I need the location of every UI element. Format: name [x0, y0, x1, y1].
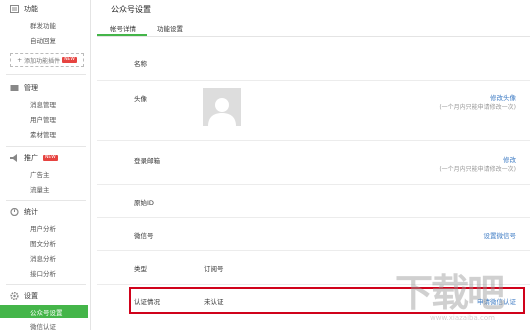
- sidebar-item-messages[interactable]: 消息管理: [30, 99, 56, 109]
- change-avatar-link[interactable]: 修改头像: [490, 92, 516, 102]
- function-icon: [10, 5, 19, 13]
- row-divider: [97, 80, 530, 81]
- email-limit-note: (一个月内只能申请修改一次): [439, 166, 516, 173]
- new-badge: NEW: [43, 155, 58, 161]
- manage-icon: [10, 84, 19, 92]
- row-divider: [97, 217, 530, 218]
- sidebar-item-users[interactable]: 用户管理: [30, 114, 56, 124]
- sidebar-section-manage: 管理: [10, 83, 38, 93]
- sidebar-item-advertiser[interactable]: 广告主: [30, 169, 50, 179]
- sidebar-item-api-analysis[interactable]: 接口分析: [30, 268, 56, 278]
- page-title: 公众号设置: [111, 5, 151, 14]
- divider: [6, 284, 86, 285]
- sidebar-section-function: 功能: [10, 4, 38, 14]
- avatar: [203, 88, 241, 126]
- name-label: 名称: [134, 60, 147, 68]
- megaphone-icon: [10, 154, 19, 162]
- sidebar-section-promo: 推广 NEW: [10, 153, 58, 163]
- sidebar-item-mass-send[interactable]: 群发功能: [30, 20, 56, 30]
- stats-icon: [10, 207, 19, 217]
- row-divider: [97, 140, 530, 141]
- sidebar-item-user-analysis[interactable]: 用户分析: [30, 223, 56, 233]
- sidebar-item-message-analysis[interactable]: 消息分析: [30, 253, 56, 263]
- sidebar-section-title: 功能: [24, 5, 38, 13]
- add-plugin-label: 添加功能插件: [24, 57, 61, 65]
- set-wechat-id-link[interactable]: 设置微信号: [484, 230, 517, 240]
- sidebar-item-account-settings[interactable]: 公众号设置: [0, 305, 88, 318]
- sidebar-item-article-analysis[interactable]: 图文分析: [30, 238, 56, 248]
- avatar-label: 头像: [134, 95, 147, 103]
- active-tab-indicator: [97, 34, 147, 36]
- sidebar-section-title: 设置: [24, 292, 38, 300]
- tab-account-details[interactable]: 帐号详情: [110, 23, 136, 33]
- new-badge: NEW: [62, 57, 77, 63]
- sidebar-item-publisher[interactable]: 流量主: [30, 184, 50, 194]
- avatar-limit-note: (一个月内只能申请修改一次): [439, 104, 516, 111]
- sidebar-item-auto-reply[interactable]: 自动回复: [30, 35, 56, 45]
- divider: [6, 200, 86, 201]
- email-label: 登录邮箱: [134, 157, 160, 165]
- origin-id-label: 原始ID: [134, 199, 154, 207]
- tab-function-settings[interactable]: 功能设置: [157, 23, 183, 33]
- divider: [6, 74, 86, 75]
- sidebar-item-label: 公众号设置: [30, 309, 63, 317]
- sidebar-section-title: 推广: [24, 154, 38, 162]
- sidebar-section-title: 统计: [24, 208, 38, 216]
- type-label: 类型: [134, 265, 147, 273]
- watermark-url: www.xiazaiba.com: [430, 314, 495, 322]
- row-divider: [97, 184, 530, 185]
- tab-bar: 帐号详情 功能设置: [97, 20, 530, 37]
- row-divider: [97, 250, 530, 251]
- watermark-logo: 下载吧: [395, 271, 505, 315]
- sidebar-item-materials[interactable]: 素材管理: [30, 129, 56, 139]
- divider: [6, 146, 86, 147]
- sidebar-section-title: 管理: [24, 84, 38, 92]
- sidebar: 功能 群发功能 自动回复 + 添加功能插件 NEW 管理 消息管理 用户管理 素…: [0, 0, 91, 331]
- plus-icon: +: [17, 56, 23, 64]
- add-plugin-button[interactable]: + 添加功能插件 NEW: [10, 53, 84, 67]
- type-value: 订阅号: [204, 265, 224, 273]
- gear-icon: [10, 291, 19, 301]
- change-email-link[interactable]: 修改: [503, 154, 516, 164]
- user-silhouette-icon: [208, 98, 236, 126]
- sidebar-section-settings: 设置: [10, 291, 38, 301]
- wechat-id-label: 微信号: [134, 232, 154, 240]
- sidebar-section-stats: 统计: [10, 207, 38, 217]
